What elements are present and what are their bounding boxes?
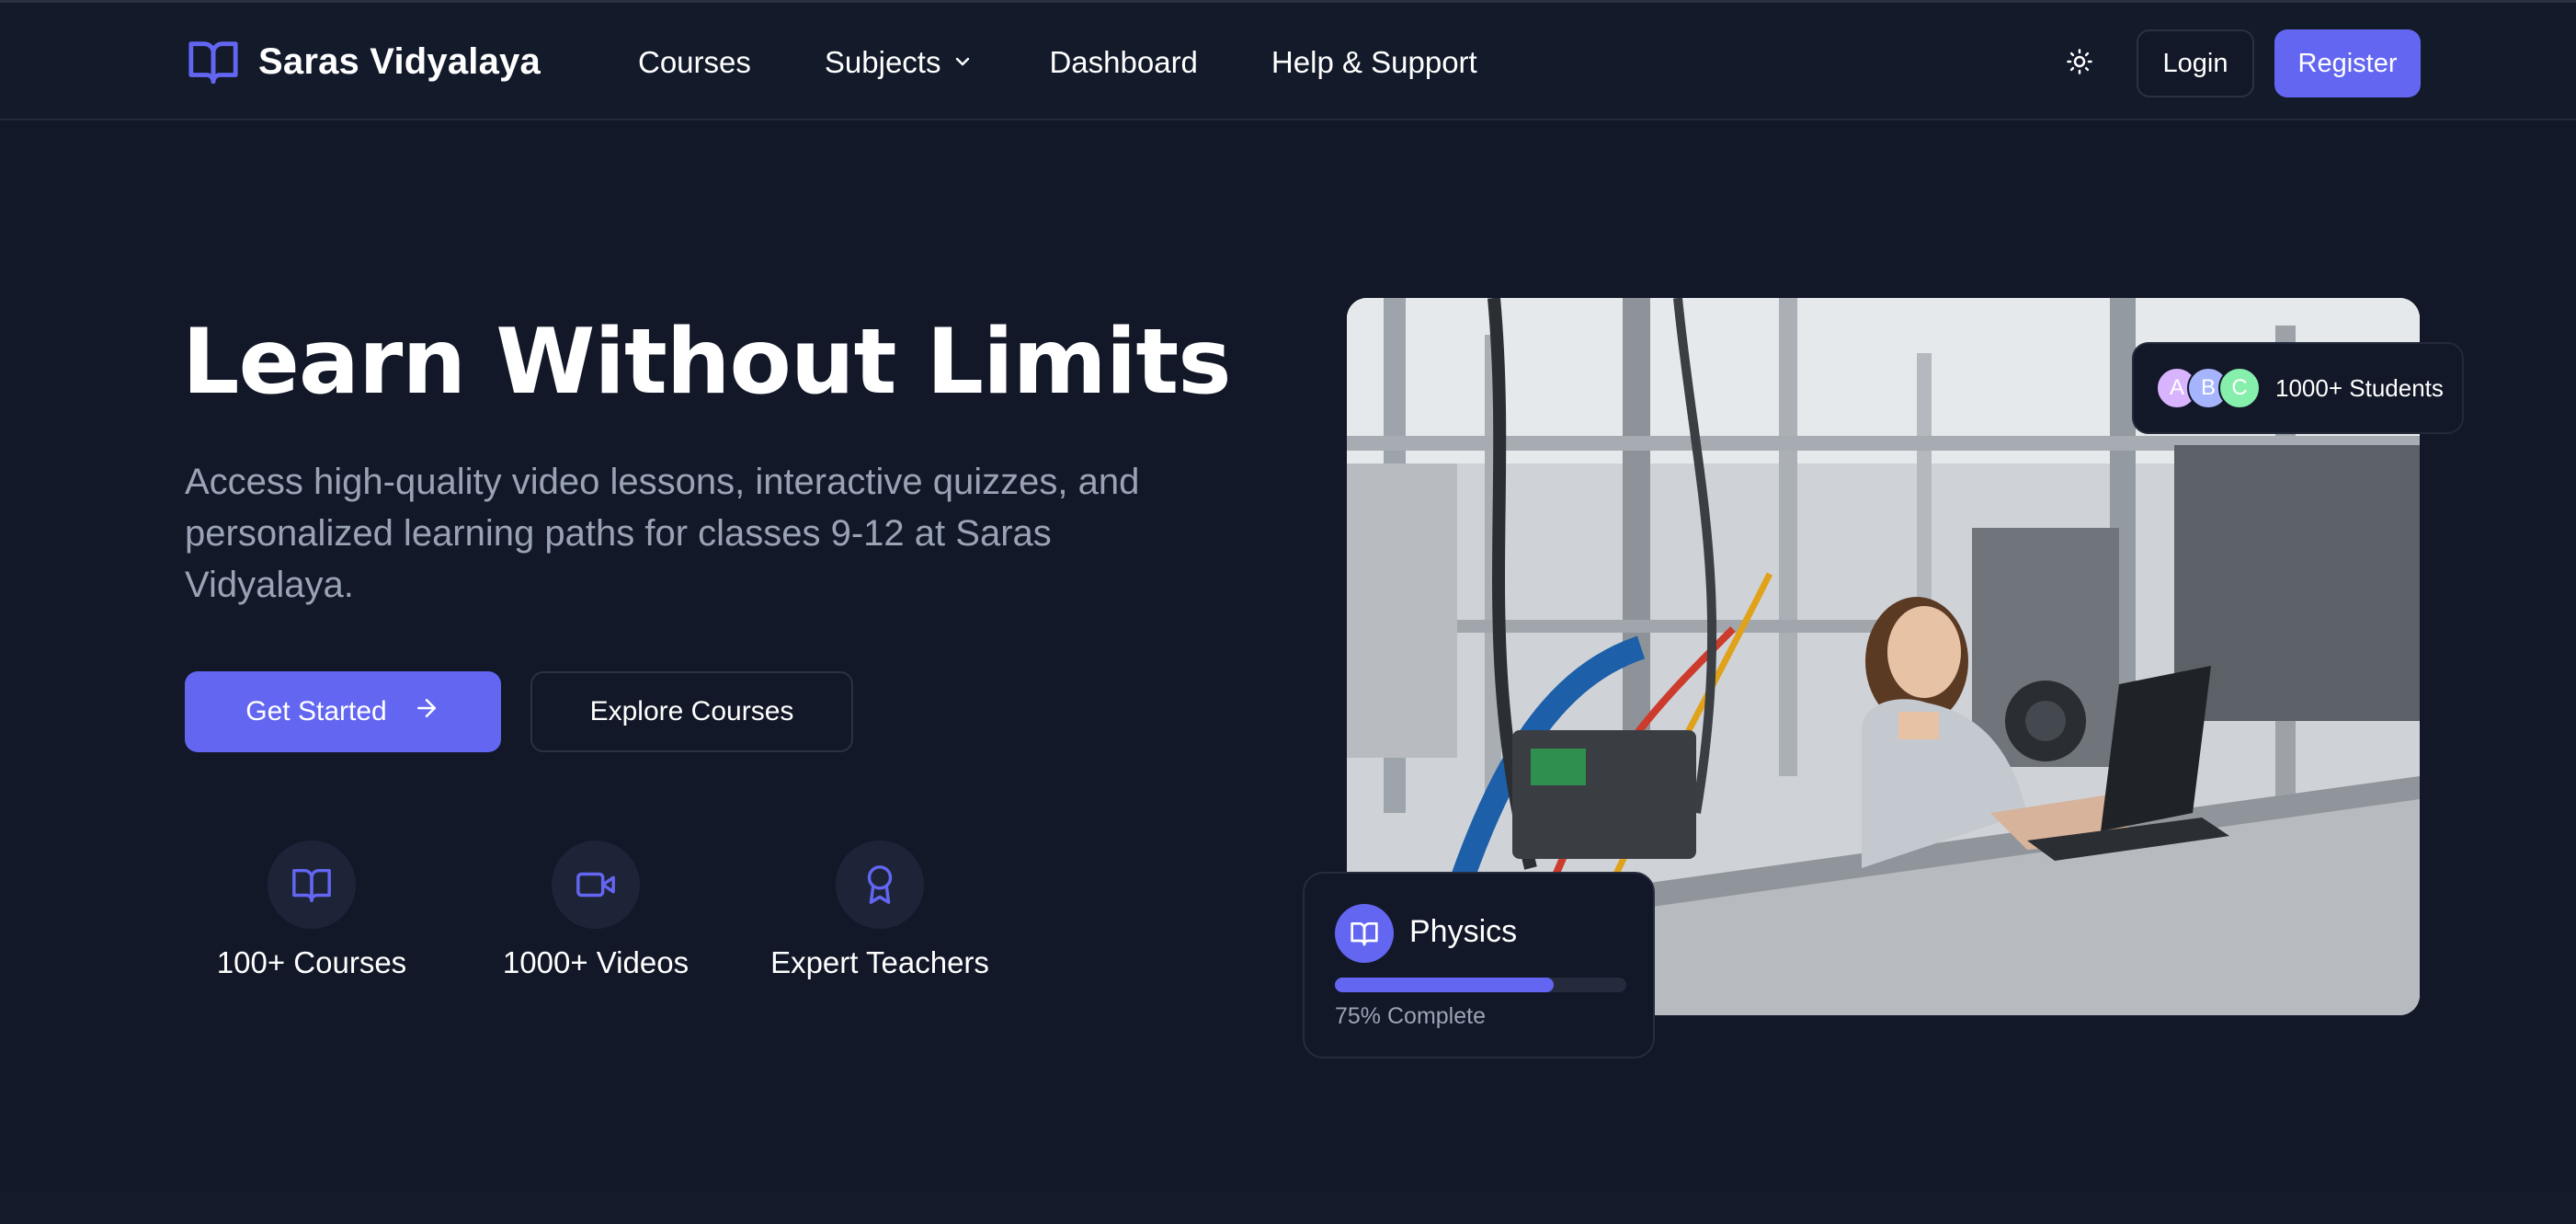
next-section-edge bbox=[0, 1192, 2576, 1224]
theme-toggle-button[interactable] bbox=[2059, 43, 2100, 84]
get-started-button[interactable]: Get Started bbox=[185, 671, 501, 752]
book-open-icon bbox=[1335, 904, 1394, 963]
nav-courses[interactable]: Courses bbox=[638, 45, 751, 80]
stat-label: Expert Teachers bbox=[770, 945, 989, 979]
avatar-letter: C bbox=[2231, 375, 2248, 400]
brand-name: Saras Vidyalaya bbox=[258, 40, 541, 82]
chevron-down-icon bbox=[952, 45, 974, 80]
hero-title: Learn Without Limits bbox=[182, 310, 1232, 415]
main-nav: Courses Subjects Dashboard Help & Suppor… bbox=[638, 40, 1477, 86]
video-camera-icon bbox=[552, 841, 640, 929]
progress-subject: Physics bbox=[1409, 914, 1518, 949]
award-icon bbox=[836, 841, 924, 929]
avatar: C bbox=[2218, 367, 2261, 409]
explore-courses-button[interactable]: Explore Courses bbox=[530, 671, 853, 752]
nav-subjects-label: Subjects bbox=[824, 45, 941, 79]
top-navbar: Saras Vidyalaya Courses Subjects Dashboa… bbox=[0, 0, 2576, 120]
course-progress-card: Physics 75% Complete bbox=[1303, 872, 1655, 1058]
students-count: 1000+ Students bbox=[2275, 373, 2444, 402]
avatar-letter: B bbox=[2200, 375, 2216, 400]
stat-videos: 1000+ Videos bbox=[476, 841, 715, 980]
progress-bar-fill bbox=[1335, 978, 1554, 992]
book-open-icon bbox=[185, 34, 242, 89]
stat-label: 1000+ Videos bbox=[502, 945, 690, 979]
students-badge: A B C 1000+ Students bbox=[2132, 342, 2464, 434]
register-button[interactable]: Register bbox=[2274, 29, 2421, 97]
brand-logo[interactable]: Saras Vidyalaya bbox=[185, 34, 541, 89]
nav-subjects-dropdown[interactable]: Subjects bbox=[825, 45, 975, 80]
progress-text: 75% Complete bbox=[1335, 1003, 1486, 1029]
nav-dashboard[interactable]: Dashboard bbox=[1049, 45, 1197, 80]
login-button[interactable]: Login bbox=[2137, 29, 2254, 97]
sun-icon bbox=[2066, 48, 2093, 80]
progress-bar bbox=[1335, 978, 1626, 992]
get-started-label: Get Started bbox=[245, 696, 387, 726]
stat-courses: 100+ Courses bbox=[192, 841, 431, 980]
stat-teachers: Expert Teachers bbox=[760, 841, 999, 980]
book-open-icon bbox=[268, 841, 356, 929]
nav-help-support[interactable]: Help & Support bbox=[1271, 45, 1477, 80]
stat-label: 100+ Courses bbox=[216, 945, 407, 979]
arrow-right-icon bbox=[413, 694, 440, 729]
avatar-letter: A bbox=[2169, 375, 2184, 400]
hero-subtitle: Access high-quality video lessons, inter… bbox=[185, 462, 1140, 605]
